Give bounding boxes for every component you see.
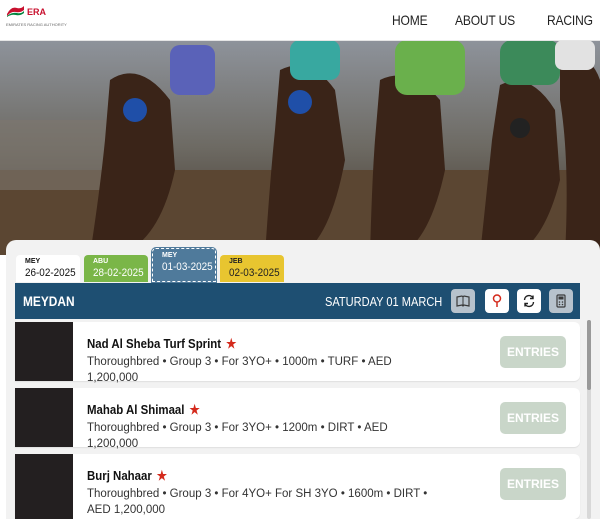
race-row[interactable]: Burj Nahaar ★ Thoroughbred • Group 3 • F…	[15, 454, 580, 519]
tab-date: 26-02-2025	[25, 267, 76, 279]
refresh-button[interactable]	[517, 289, 541, 313]
hero-horse-racing-image	[0, 40, 600, 255]
race-details: Thoroughbred • Group 3 • For 3YO+ • 1200…	[87, 422, 388, 450]
race-row[interactable]: Mahab Al Shimaal ★ Thoroughbred • Group …	[15, 388, 580, 450]
venue-name: MEYDAN	[23, 293, 75, 309]
tab-venue-code: ABU	[93, 258, 109, 265]
main-nav: HOME ABOUT US RACING	[392, 0, 600, 40]
race-name: Burj Nahaar ★	[87, 468, 167, 484]
race-thumbnail	[15, 454, 73, 519]
nav-home[interactable]: HOME	[392, 12, 428, 28]
calculator-button[interactable]	[549, 289, 573, 313]
tab-venue-code: MEY	[25, 258, 41, 265]
race-details: Thoroughbred • Group 3 • For 4YO+ For SH…	[87, 488, 428, 516]
tab-meeting-2[interactable]: ABU 28-02-2025	[84, 255, 148, 282]
race-thumbnail	[15, 322, 73, 381]
hero-illustration	[0, 40, 600, 255]
star-icon: ★	[156, 468, 168, 483]
tab-date: 28-02-2025	[93, 267, 144, 279]
scrollbar-thumb[interactable]	[587, 320, 591, 390]
tab-meeting-4[interactable]: JEB 02-03-2025	[220, 255, 284, 282]
tab-meeting-3[interactable]: MEY 01-03-2025	[151, 247, 217, 283]
flag-logo-icon	[7, 6, 24, 17]
tab-date: 02-03-2025	[229, 267, 280, 279]
location-pin-icon	[492, 294, 502, 307]
top-navigation-bar: ERA EMIRATES RACING AUTHORITY HOME ABOUT…	[0, 0, 600, 41]
calculator-icon	[556, 294, 566, 308]
race-list-scrollbar[interactable]	[587, 320, 591, 519]
race-name-text: Nad Al Sheba Turf Sprint	[87, 336, 222, 351]
book-icon	[456, 295, 470, 307]
race-name-text: Mahab Al Shimaal	[87, 402, 185, 417]
race-card-panel: MEY 26-02-2025 ABU 28-02-2025 MEY 01-03-…	[6, 240, 600, 519]
logo-subtext: EMIRATES RACING AUTHORITY	[6, 22, 67, 27]
entries-button[interactable]: ENTRIES	[500, 468, 566, 500]
race-thumbnail	[15, 388, 73, 447]
tab-date: 01-03-2025	[162, 261, 213, 273]
location-button[interactable]	[485, 289, 509, 313]
tab-venue-code: MEY	[162, 252, 178, 259]
refresh-icon	[523, 294, 535, 308]
star-icon: ★	[226, 336, 237, 351]
book-button[interactable]	[451, 289, 475, 313]
tab-venue-code: JEB	[229, 258, 243, 265]
race-details: Thoroughbred • Group 3 • For 3YO+ • 1000…	[87, 356, 392, 384]
logo-text: ERA	[27, 7, 47, 17]
entries-button[interactable]: ENTRIES	[500, 402, 566, 434]
venue-date: SATURDAY 01 MARCH	[325, 294, 443, 309]
nav-about-us[interactable]: ABOUT US	[455, 12, 515, 28]
era-logo[interactable]: ERA EMIRATES RACING AUTHORITY	[5, 4, 67, 32]
tab-meeting-1[interactable]: MEY 26-02-2025	[16, 255, 80, 282]
race-name-text: Burj Nahaar	[87, 468, 152, 483]
race-name: Mahab Al Shimaal ★	[87, 402, 200, 418]
race-name: Nad Al Sheba Turf Sprint ★	[87, 336, 236, 352]
venue-header: MEYDAN SATURDAY 01 MARCH	[15, 283, 580, 319]
race-row[interactable]: Nad Al Sheba Turf Sprint ★ Thoroughbred …	[15, 322, 580, 384]
nav-racing[interactable]: RACING	[547, 12, 593, 28]
star-icon: ★	[189, 402, 200, 417]
meeting-tabs: MEY 26-02-2025 ABU 28-02-2025 MEY 01-03-…	[16, 247, 288, 283]
entries-button[interactable]: ENTRIES	[500, 336, 566, 368]
